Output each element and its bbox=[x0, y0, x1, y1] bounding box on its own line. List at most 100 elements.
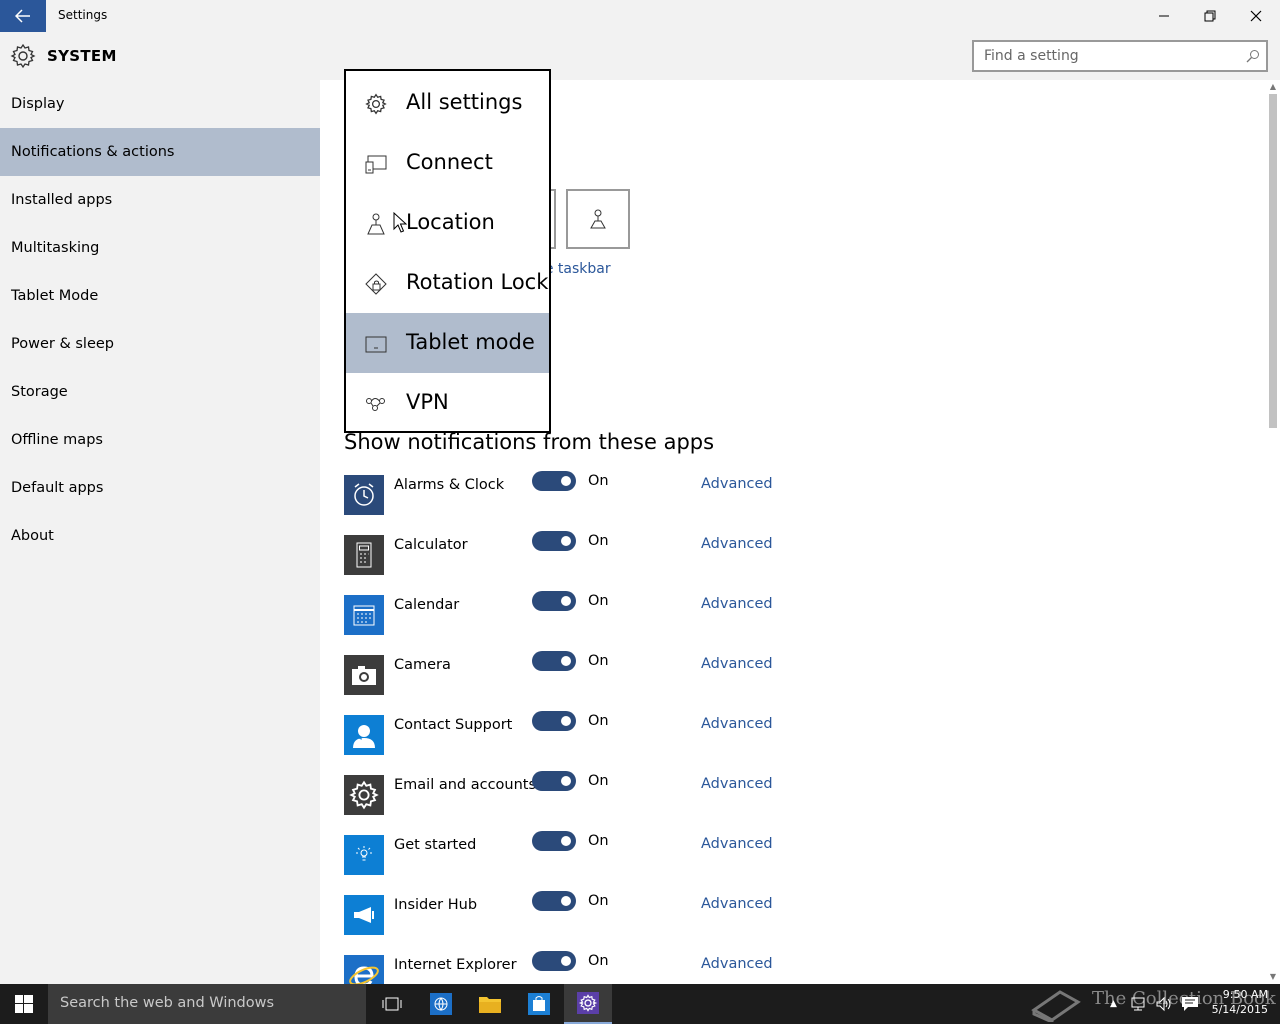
taskbar-edge-button[interactable] bbox=[417, 984, 465, 1024]
scroll-up-icon[interactable]: ▲ bbox=[1268, 82, 1278, 92]
search-input[interactable] bbox=[974, 42, 1224, 70]
start-button[interactable] bbox=[0, 984, 48, 1024]
location-icon bbox=[367, 213, 385, 235]
app-name: Calendar bbox=[394, 597, 460, 613]
gear-icon bbox=[344, 775, 384, 815]
advanced-link[interactable]: Advanced bbox=[701, 956, 773, 972]
taskbar-search[interactable]: Search the web and Windows bbox=[48, 984, 366, 1024]
notification-toggle[interactable] bbox=[532, 831, 576, 851]
app-row: Insider Hub On Advanced bbox=[344, 891, 1244, 935]
minimize-icon bbox=[1159, 15, 1169, 17]
app-name: Alarms & Clock bbox=[394, 477, 505, 493]
dropdown-item-label: VPN bbox=[406, 390, 449, 414]
toggle-state: On bbox=[588, 593, 609, 609]
notification-toggle[interactable] bbox=[532, 891, 576, 911]
scroll-down-icon[interactable]: ▼ bbox=[1268, 972, 1278, 982]
title-bar: Settings bbox=[0, 0, 1280, 32]
toggle-state: On bbox=[588, 653, 609, 669]
taskbar-settings-button[interactable] bbox=[564, 984, 612, 1024]
dropdown-item-label: Tablet mode bbox=[406, 330, 535, 354]
close-button[interactable] bbox=[1233, 0, 1279, 32]
restore-icon bbox=[1204, 10, 1216, 22]
taskbar-store-button[interactable] bbox=[515, 984, 563, 1024]
sidebar: Display Notifications & actions Installe… bbox=[0, 80, 320, 984]
dropdown-item-location[interactable]: Location bbox=[346, 193, 549, 253]
app-row: Calendar On Advanced bbox=[344, 591, 1244, 635]
notification-toggle[interactable] bbox=[532, 471, 576, 491]
window-title: Settings bbox=[58, 8, 108, 22]
toggle-state: On bbox=[588, 893, 609, 909]
chevron-up-icon[interactable]: ▲ bbox=[1110, 999, 1117, 1009]
app-name: Email and accounts bbox=[394, 777, 537, 793]
scrollbar[interactable]: ▲ ▼ bbox=[1266, 80, 1280, 984]
network-icon[interactable] bbox=[1129, 996, 1147, 1012]
app-name: Insider Hub bbox=[394, 897, 478, 913]
notification-toggle[interactable] bbox=[532, 951, 576, 971]
maximize-button[interactable] bbox=[1187, 0, 1233, 32]
volume-icon[interactable] bbox=[1155, 996, 1173, 1012]
notification-toggle[interactable] bbox=[532, 651, 576, 671]
browser-globe-icon bbox=[430, 993, 452, 1015]
sidebar-item-tablet-mode[interactable]: Tablet Mode bbox=[0, 272, 320, 320]
notification-toggle[interactable] bbox=[532, 531, 576, 551]
sidebar-item-multitasking[interactable]: Multitasking bbox=[0, 224, 320, 272]
advanced-link[interactable]: Advanced bbox=[701, 836, 773, 852]
section-title: SYSTEM bbox=[47, 47, 117, 65]
windows-logo-icon bbox=[15, 995, 33, 1013]
dropdown-item-connect[interactable]: Connect bbox=[346, 133, 549, 193]
notification-toggle[interactable] bbox=[532, 771, 576, 791]
minimize-button[interactable] bbox=[1141, 0, 1187, 32]
app-row: Camera On Advanced bbox=[344, 651, 1244, 695]
sidebar-item-installed-apps[interactable]: Installed apps bbox=[0, 176, 320, 224]
sidebar-item-display[interactable]: Display bbox=[0, 80, 320, 128]
advanced-link[interactable]: Advanced bbox=[701, 476, 773, 492]
dropdown-item-rotation-lock[interactable]: Rotation Lock bbox=[346, 253, 549, 313]
app-name: Camera bbox=[394, 657, 451, 673]
taskbar-file-explorer-button[interactable] bbox=[466, 984, 514, 1024]
app-name: Internet Explorer bbox=[394, 957, 517, 973]
advanced-link[interactable]: Advanced bbox=[701, 536, 773, 552]
apps-section-title: Show notifications from these apps bbox=[344, 430, 715, 454]
sidebar-item-about[interactable]: About bbox=[0, 512, 320, 560]
advanced-link[interactable]: Advanced bbox=[701, 716, 773, 732]
advanced-link[interactable]: Advanced bbox=[701, 896, 773, 912]
scroll-thumb[interactable] bbox=[1269, 94, 1277, 428]
gear-icon bbox=[577, 992, 599, 1014]
task-view-button[interactable] bbox=[368, 984, 416, 1024]
dropdown-item-label: Rotation Lock bbox=[406, 270, 549, 294]
toggle-state: On bbox=[588, 953, 609, 969]
app-name: Calculator bbox=[394, 537, 468, 553]
action-center-icon[interactable] bbox=[1181, 996, 1199, 1012]
advanced-link[interactable]: Advanced bbox=[701, 656, 773, 672]
dropdown-item-vpn[interactable]: VPN bbox=[346, 373, 549, 433]
toggle-state: On bbox=[588, 773, 609, 789]
app-row: Internet Explorer On Advanced bbox=[344, 951, 1244, 984]
store-bag-icon bbox=[528, 993, 550, 1015]
sidebar-item-storage[interactable]: Storage bbox=[0, 368, 320, 416]
folder-icon bbox=[479, 997, 501, 1013]
tablet-mode-icon bbox=[365, 336, 387, 353]
quick-action-tile-location[interactable] bbox=[566, 189, 630, 249]
dropdown-item-tablet-mode[interactable]: Tablet mode bbox=[346, 313, 549, 373]
notification-toggle[interactable] bbox=[532, 591, 576, 611]
settings-header: SYSTEM bbox=[0, 32, 1280, 80]
mouse-cursor-icon bbox=[393, 212, 407, 233]
close-icon bbox=[1250, 10, 1262, 22]
internet-explorer-icon bbox=[344, 955, 384, 984]
contact-support-icon bbox=[344, 715, 384, 755]
notification-toggle[interactable] bbox=[532, 711, 576, 731]
search-box[interactable] bbox=[972, 40, 1268, 72]
clock[interactable]: 9:50 AM 5/14/2015 bbox=[1212, 987, 1268, 1017]
sidebar-item-power-sleep[interactable]: Power & sleep bbox=[0, 320, 320, 368]
sidebar-item-default-apps[interactable]: Default apps bbox=[0, 464, 320, 512]
search-icon[interactable] bbox=[1246, 49, 1260, 63]
sidebar-item-notifications[interactable]: Notifications & actions bbox=[0, 128, 320, 176]
task-view-icon bbox=[382, 997, 402, 1011]
back-arrow-icon bbox=[15, 9, 30, 23]
advanced-link[interactable]: Advanced bbox=[701, 596, 773, 612]
sidebar-item-offline-maps[interactable]: Offline maps bbox=[0, 416, 320, 464]
back-button[interactable] bbox=[0, 0, 46, 32]
advanced-link[interactable]: Advanced bbox=[701, 776, 773, 792]
dropdown-item-all-settings[interactable]: All settings bbox=[346, 73, 549, 133]
quick-action-dropdown: All settings Connect Location Rotation L… bbox=[344, 69, 551, 433]
